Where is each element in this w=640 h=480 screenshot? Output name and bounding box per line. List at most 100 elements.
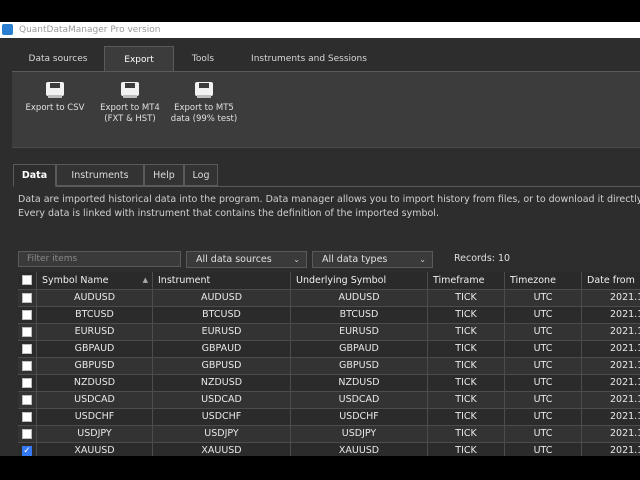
cell-instrument: NZDUSD: [153, 375, 291, 392]
row-checkbox[interactable]: [22, 310, 32, 320]
table-row[interactable]: EURUSDEURUSDEURUSDTICKUTC2021.1.: [18, 324, 640, 341]
description-line-2: Every data is linked with instrument tha…: [18, 208, 439, 219]
row-checkbox[interactable]: [22, 395, 32, 405]
table-row[interactable]: BTCUSDBTCUSDBTCUSDTICKUTC2021.1.: [18, 307, 640, 324]
cell-underlying-symbol: EURUSD: [291, 324, 428, 341]
cell-instrument: USDCHF: [153, 409, 291, 426]
header-timezone[interactable]: Timezone: [505, 272, 582, 290]
row-checkbox[interactable]: [22, 361, 32, 371]
ribbon-panel: Export to CSV Export to MT4 (FXT & HST) …: [12, 71, 640, 148]
table-row[interactable]: AUDUSDAUDUSDAUDUSDTICKUTC2021.1.: [18, 290, 640, 307]
row-checkbox[interactable]: [22, 378, 32, 388]
data-sources-dropdown[interactable]: All data sources ⌄: [186, 251, 307, 268]
sub-tabs: Data Instruments Help Log: [13, 164, 640, 187]
chevron-down-icon: ⌄: [293, 255, 300, 264]
header-underlying-symbol[interactable]: Underlying Symbol: [291, 272, 428, 290]
cell-timezone: UTC: [505, 426, 582, 443]
row-checkbox[interactable]: [22, 429, 32, 439]
table-row[interactable]: USDCHFUSDCHFUSDCHFTICKUTC2021.1.: [18, 409, 640, 426]
table-row[interactable]: GBPAUDGBPAUDGBPAUDTICKUTC2021.1.: [18, 341, 640, 358]
cell-symbol-name: USDJPY: [37, 426, 153, 443]
row-checkbox-checked[interactable]: ✓: [22, 446, 32, 456]
row-select-cell: ✓: [18, 443, 37, 456]
app-window: QuantDataManager Pro version Data source…: [0, 22, 640, 456]
cell-underlying-symbol: XAUUSD: [291, 443, 428, 456]
cell-date-from: 2021.1.: [582, 341, 640, 358]
cell-date-from: 2021.1.: [582, 307, 640, 324]
cell-timeframe: TICK: [428, 307, 505, 324]
app-icon: [2, 24, 13, 35]
table-row[interactable]: ✓XAUUSDXAUUSDXAUUSDTICKUTC2021.1.: [18, 443, 640, 456]
row-select-cell: [18, 358, 37, 375]
cell-timeframe: TICK: [428, 358, 505, 375]
cell-symbol-name: USDCAD: [37, 392, 153, 409]
select-all-checkbox[interactable]: [22, 275, 32, 285]
tab-data-sources[interactable]: Data sources: [12, 46, 104, 72]
cell-instrument: USDJPY: [153, 426, 291, 443]
table-row[interactable]: USDCADUSDCADUSDCADTICKUTC2021.1.: [18, 392, 640, 409]
cell-timezone: UTC: [505, 290, 582, 307]
table-row[interactable]: USDJPYUSDJPYUSDJPYTICKUTC2021.1.: [18, 426, 640, 443]
cell-timeframe: TICK: [428, 409, 505, 426]
tab-data[interactable]: Data: [13, 164, 56, 187]
export-mt4-sublabel: (FXT & HST): [104, 114, 156, 124]
cell-symbol-name: USDCHF: [37, 409, 153, 426]
cell-timezone: UTC: [505, 358, 582, 375]
row-select-cell: [18, 409, 37, 426]
cell-underlying-symbol: AUDUSD: [291, 290, 428, 307]
header-symbol-name[interactable]: Symbol Name ▲: [37, 272, 153, 290]
tab-help[interactable]: Help: [144, 164, 184, 186]
tab-instruments-sessions[interactable]: Instruments and Sessions: [232, 46, 386, 72]
cell-symbol-name: GBPUSD: [37, 358, 153, 375]
row-checkbox[interactable]: [22, 293, 32, 303]
cell-underlying-symbol: USDCHF: [291, 409, 428, 426]
header-instrument[interactable]: Instrument: [153, 272, 291, 290]
cell-timezone: UTC: [505, 324, 582, 341]
data-sources-value: All data sources: [196, 254, 272, 265]
cell-date-from: 2021.1.: [582, 392, 640, 409]
cell-instrument: BTCUSD: [153, 307, 291, 324]
cell-symbol-name: EURUSD: [37, 324, 153, 341]
tab-tools[interactable]: Tools: [174, 46, 232, 72]
table-row[interactable]: GBPUSDGBPUSDGBPUSDTICKUTC2021.1.: [18, 358, 640, 375]
row-select-cell: [18, 375, 37, 392]
row-checkbox[interactable]: [22, 344, 32, 354]
row-select-cell: [18, 426, 37, 443]
sort-asc-icon: ▲: [142, 276, 148, 284]
export-mt4-button[interactable]: Export to MT4 (FXT & HST): [94, 80, 166, 125]
cell-symbol-name: NZDUSD: [37, 375, 153, 392]
export-mt5-button[interactable]: Export to MT5 data (99% test): [168, 80, 240, 125]
cell-instrument: GBPUSD: [153, 358, 291, 375]
cell-underlying-symbol: GBPAUD: [291, 341, 428, 358]
row-select-cell: [18, 341, 37, 358]
tab-instruments[interactable]: Instruments: [56, 164, 144, 186]
cell-symbol-name: BTCUSD: [37, 307, 153, 324]
header-timeframe[interactable]: Timeframe: [428, 272, 505, 290]
cell-underlying-symbol: USDJPY: [291, 426, 428, 443]
cell-date-from: 2021.1.: [582, 375, 640, 392]
export-csv-button[interactable]: Export to CSV: [20, 80, 90, 114]
cell-date-from: 2021.1.: [582, 409, 640, 426]
tab-log[interactable]: Log: [184, 164, 218, 186]
tab-export[interactable]: Export: [104, 46, 174, 72]
cell-date-from: 2021.1.: [582, 358, 640, 375]
disk-export-icon: [44, 80, 66, 98]
select-all-header[interactable]: [18, 272, 37, 290]
export-mt5-label: Export to MT5: [174, 103, 234, 113]
cell-symbol-name: XAUUSD: [37, 443, 153, 456]
cell-instrument: EURUSD: [153, 324, 291, 341]
cell-timeframe: TICK: [428, 341, 505, 358]
row-select-cell: [18, 392, 37, 409]
header-date-from[interactable]: Date from: [582, 272, 640, 290]
cell-timeframe: TICK: [428, 443, 505, 456]
cell-timeframe: TICK: [428, 392, 505, 409]
records-count: Records: 10: [454, 253, 511, 264]
filter-input[interactable]: Filter items: [18, 251, 181, 267]
row-checkbox[interactable]: [22, 327, 32, 337]
cell-underlying-symbol: GBPUSD: [291, 358, 428, 375]
row-checkbox[interactable]: [22, 412, 32, 422]
data-types-dropdown[interactable]: All data types ⌄: [312, 251, 433, 268]
table-row[interactable]: NZDUSDNZDUSDNZDUSDTICKUTC2021.1.: [18, 375, 640, 392]
cell-timezone: UTC: [505, 443, 582, 456]
title-bar: QuantDataManager Pro version: [0, 22, 640, 38]
